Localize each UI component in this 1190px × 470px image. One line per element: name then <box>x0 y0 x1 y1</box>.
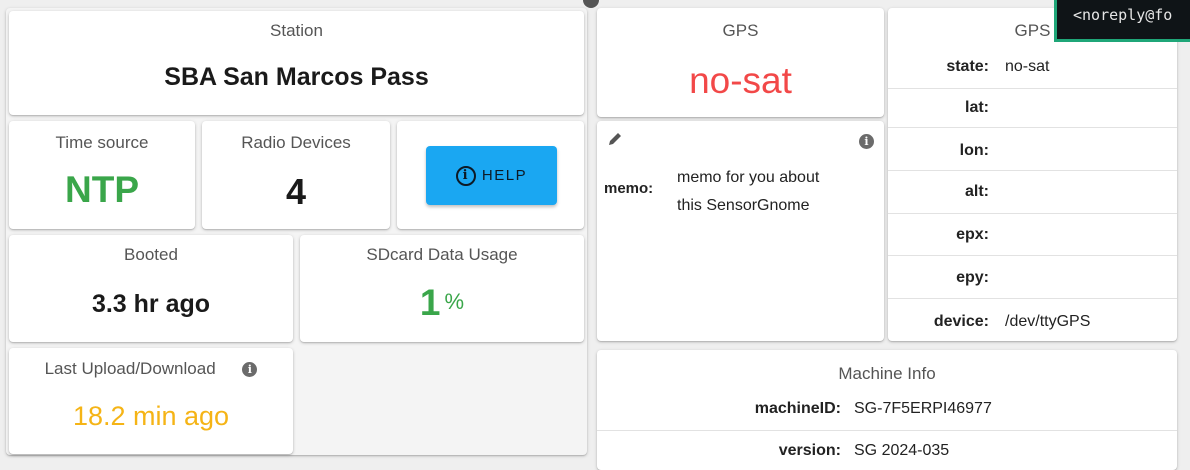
scroll-indicator-dot <box>583 0 599 8</box>
info-circle-icon: i <box>455 165 476 186</box>
memo-info-icon[interactable]: i <box>859 134 874 149</box>
gps-row-device: device: /dev/ttyGPS <box>888 298 1177 341</box>
memo-label: memo: <box>604 180 654 197</box>
last-upload-value: 18.2 min ago <box>72 401 230 431</box>
station-name: SBA San Marcos Pass <box>164 63 429 91</box>
help-button-label: HELP <box>481 167 528 184</box>
sdcard-unit: % <box>444 289 465 314</box>
gps-detail-card: GPS state: no-sat lat: lon: alt: epx: ep… <box>888 8 1177 341</box>
version-row: version: SG 2024-035 <box>597 430 1177 470</box>
sdcard-card: SDcard Data Usage 1% <box>300 235 584 342</box>
last-upload-label-text: Last Upload/Download <box>44 359 216 378</box>
email-tooltip: <noreply@fo <box>1054 0 1190 42</box>
gps-row-state: state: no-sat <box>946 58 1050 75</box>
time-source-label: Time source <box>55 133 149 152</box>
machine-info-card: Machine Info machineID: SG-7F5ERPI46977 … <box>597 350 1177 470</box>
last-upload-label: Last Upload/Download i <box>9 359 293 379</box>
booted-value: 3.3 hr ago <box>91 290 211 318</box>
booted-label: Booted <box>124 245 178 264</box>
gps-row-lon: lon: <box>888 127 1177 171</box>
radio-devices-card: Radio Devices 4 <box>202 121 390 229</box>
station-card: Station SBA San Marcos Pass <box>9 11 584 115</box>
time-source-card: Time source NTP <box>9 121 195 229</box>
radio-devices-value: 4 <box>285 171 307 212</box>
sdcard-value: 1 <box>419 282 441 323</box>
sdcard-label: SDcard Data Usage <box>366 245 518 264</box>
memo-text-line2[interactable]: this SensorGnome <box>677 197 810 215</box>
station-label: Station <box>270 21 323 40</box>
gps-row-lat: lat: <box>888 88 1177 128</box>
radio-devices-label: Radio Devices <box>241 133 351 152</box>
pencil-icon[interactable] <box>607 131 623 147</box>
info-icon[interactable]: i <box>242 362 258 377</box>
time-source-value: NTP <box>65 169 139 210</box>
gps-status-value: no-sat <box>689 60 792 101</box>
gps-row-epy: epy: <box>888 255 1177 299</box>
machine-info-title: Machine Info <box>838 364 936 383</box>
gps-row-epx: epx: <box>888 213 1177 256</box>
machine-id-row: machineID: SG-7F5ERPI46977 <box>754 400 992 417</box>
gps-row-alt: alt: <box>888 170 1177 214</box>
gps-status-card: GPS no-sat <box>597 8 884 117</box>
gps-status-label: GPS <box>722 21 759 40</box>
booted-card: Booted 3.3 hr ago <box>9 235 293 342</box>
memo-card: i memo: memo for you about this SensorGn… <box>597 121 884 341</box>
memo-text-line1[interactable]: memo for you about <box>677 169 819 187</box>
last-upload-card: Last Upload/Download i 18.2 min ago <box>9 348 293 454</box>
help-button[interactable]: i HELP <box>426 146 557 205</box>
sdcard-usage: 1% <box>300 282 584 324</box>
